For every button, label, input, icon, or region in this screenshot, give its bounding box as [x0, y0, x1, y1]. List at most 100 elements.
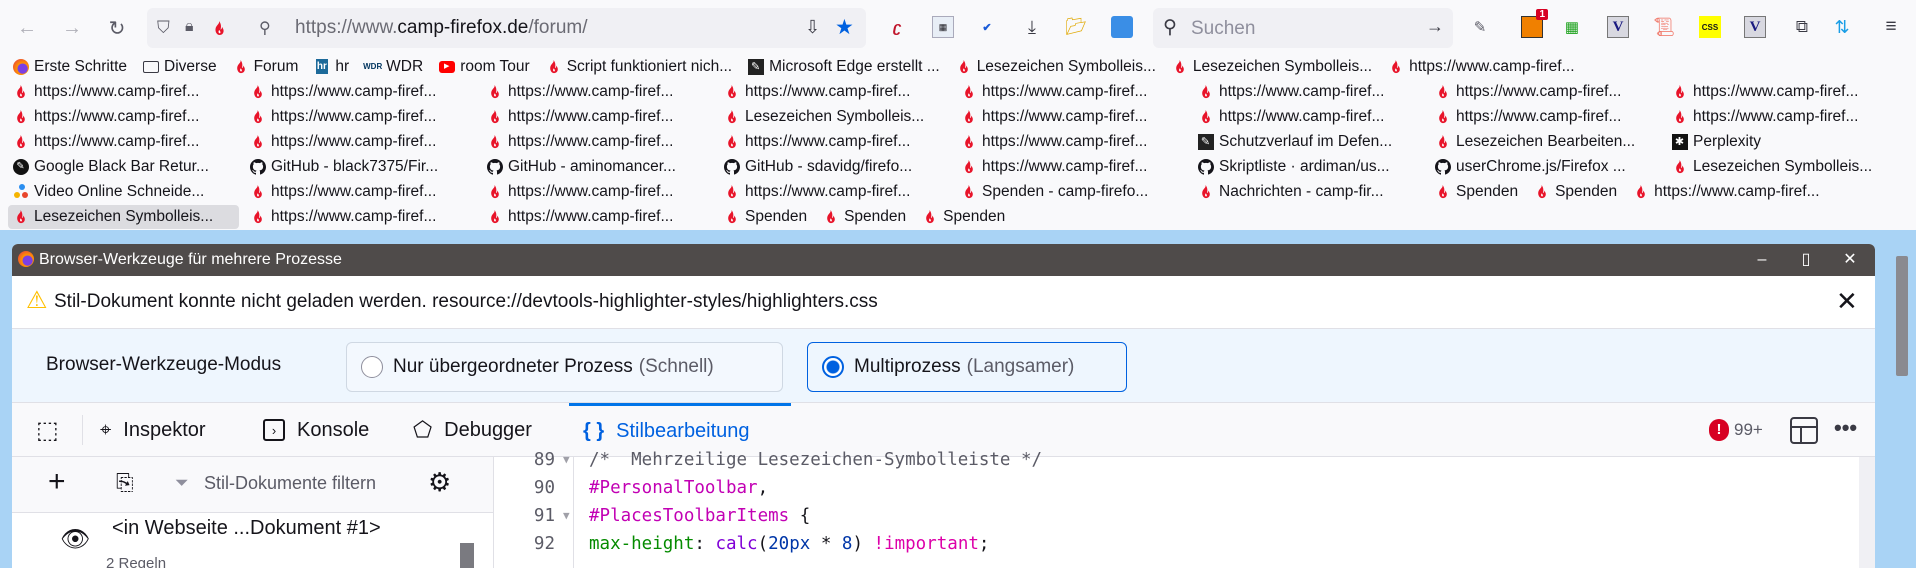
bookmark-item[interactable]: https://www.camp-firef...: [245, 130, 476, 154]
fold-toggle-icon[interactable]: ▼: [563, 502, 570, 530]
import-stylesheet-button[interactable]: ⎘: [116, 470, 134, 496]
layout-icon[interactable]: [1790, 417, 1818, 444]
code-editor[interactable]: 89 ▼ /* Mehrzeilige Lesezeichen-Symbolleis…: [495, 450, 1875, 568]
bookmark-star-icon[interactable]: ★: [835, 15, 854, 40]
bookmark-item[interactable]: ✎ Google Black Bar Retur...: [8, 155, 239, 179]
sync-icon[interactable]: ⇅: [1831, 16, 1853, 38]
reload-button[interactable]: ↻: [103, 14, 131, 42]
bookmark-item[interactable]: WDR WDR: [360, 55, 428, 79]
error-icon[interactable]: !: [1709, 419, 1729, 441]
scroll-icon[interactable]: 📜︎: [1653, 16, 1676, 38]
bookmark-item[interactable]: ✱ Perplexity: [1667, 130, 1766, 154]
bookmark-item[interactable]: https://www.camp-firef...: [8, 105, 239, 129]
window-close-button[interactable]: ✕: [1838, 248, 1862, 272]
bookmark-item[interactable]: https://www.camp-firef...: [1628, 180, 1859, 204]
more-options-icon[interactable]: •••: [1834, 415, 1857, 441]
bookmark-item[interactable]: https://www.camp-firef...: [1667, 80, 1898, 104]
error-count[interactable]: 99+: [1734, 420, 1763, 440]
maximize-button[interactable]: ▯: [1794, 248, 1818, 272]
bookmark-item[interactable]: https://www.camp-firef...: [8, 80, 239, 104]
page-scrollbar[interactable]: [1896, 256, 1908, 376]
bookmark-item[interactable]: Lesezeichen Bearbeiten...: [1430, 130, 1661, 154]
bookmark-item[interactable]: https://www.camp-firef...: [719, 80, 950, 104]
bookmark-item[interactable]: https://www.camp-firef...: [956, 80, 1187, 104]
bookmark-item[interactable]: https://www.camp-firef...: [245, 205, 476, 229]
permissions-icon[interactable]: ⚲: [259, 18, 271, 38]
code-line[interactable]: /* Mehrzeilige Lesezeichen-Symbolleiste …: [589, 446, 1042, 474]
bookmark-item[interactable]: https://www.camp-firef...: [482, 130, 713, 154]
go-arrow-icon[interactable]: →: [1426, 16, 1444, 37]
bookmark-item[interactable]: https://www.camp-firef...: [482, 80, 713, 104]
settings-gear-icon[interactable]: ⚙: [428, 467, 451, 498]
sidebar-scrollbar[interactable]: [460, 543, 474, 568]
bookmark-item[interactable]: https://www.camp-firef...: [245, 105, 476, 129]
bookmark-item[interactable]: Spenden: [818, 205, 911, 229]
back-button[interactable]: ←: [13, 14, 41, 42]
bookmark-item[interactable]: https://www.camp-firef...: [482, 180, 713, 204]
open-folder-icon[interactable]: 📂︎: [1065, 16, 1087, 38]
bookmark-item[interactable]: Diverse: [138, 55, 222, 79]
bookmark-item[interactable]: https://www.camp-firef...: [1667, 105, 1898, 129]
extensions-icon[interactable]: ⧉: [1791, 16, 1813, 38]
bookmark-item[interactable]: https://www.camp-firef...: [245, 80, 476, 104]
bookmark-item[interactable]: https://www.camp-firef...: [482, 205, 713, 229]
forward-button[interactable]: →: [58, 14, 86, 42]
bookmark-item[interactable]: https://www.camp-firef...: [482, 105, 713, 129]
bookmark-item[interactable]: https://www.camp-firef...: [956, 155, 1187, 179]
code-line[interactable]: #PlacesToolbarItems {: [589, 502, 810, 530]
bookmark-item[interactable]: https://www.camp-firef...: [719, 130, 950, 154]
code-line[interactable]: #PersonalToolbar,: [589, 474, 768, 502]
bookmark-item[interactable]: GitHub - sdavidg/firefo...: [719, 155, 950, 179]
bookmark-item[interactable]: https://www.camp-firef...: [956, 130, 1187, 154]
new-stylesheet-button[interactable]: +: [48, 465, 66, 499]
bookmark-item[interactable]: hr hr: [309, 55, 354, 79]
blue-folder-icon[interactable]: [1111, 16, 1133, 38]
radio-button[interactable]: [361, 356, 383, 378]
bookmark-item[interactable]: Erste Schritte: [8, 55, 132, 79]
bookmark-item[interactable]: Lesezeichen Symbolleis...: [1167, 55, 1377, 79]
w3c-validator-icon[interactable]: ✔: [976, 16, 998, 38]
fold-toggle-icon[interactable]: ▼: [563, 446, 570, 474]
url-text[interactable]: https://www.camp-firefox.de/forum/: [295, 17, 588, 39]
tab-inspector[interactable]: ⌖ Inspektor: [100, 403, 206, 457]
cs-extension-icon[interactable]: ʗ: [886, 16, 908, 38]
editor-scrollbar[interactable]: [1859, 457, 1875, 568]
bookmark-item[interactable]: userChrome.js/Firefox ...: [1430, 155, 1661, 179]
bookmark-item[interactable]: https://www.camp-firef...: [719, 180, 950, 204]
bookmark-item[interactable]: Lesezeichen Symbolleis...: [1667, 155, 1898, 179]
bookmark-item[interactable]: Lesezeichen Symbolleis...: [719, 105, 950, 129]
mode-option-multiprocess[interactable]: Multiprozess (Langsamer): [807, 342, 1127, 392]
table-check-icon[interactable]: ▦: [1561, 16, 1583, 38]
bookmark-item[interactable]: ▶ room Tour: [434, 55, 535, 79]
calendar-icon[interactable]: ▦: [932, 16, 954, 38]
bookmark-item[interactable]: GitHub - aminomancer...: [482, 155, 713, 179]
filter-input[interactable]: Stil-Dokumente filtern: [204, 473, 414, 494]
bookmark-item[interactable]: Video Online Schneide...: [8, 180, 239, 204]
downloads-icon[interactable]: ⤓: [1021, 16, 1043, 38]
bookmark-item[interactable]: https://www.camp-firef...: [8, 130, 239, 154]
notes-icon[interactable]: ✎: [1469, 16, 1491, 38]
bookmark-item[interactable]: Skriptliste · ardiman/us...: [1193, 155, 1424, 179]
bookmark-item[interactable]: Forum: [228, 55, 304, 79]
bookmark-item[interactable]: Spenden: [917, 205, 1010, 229]
save-page-icon[interactable]: ⇩: [805, 17, 820, 38]
bookmark-item[interactable]: https://www.camp-firef...: [1430, 105, 1661, 129]
code-line[interactable]: max-height: calc(20px * 8) !important;: [589, 530, 989, 558]
bookmark-item[interactable]: Spenden: [1529, 180, 1622, 204]
bookmark-item[interactable]: GitHub - black7375/Fir...: [245, 155, 476, 179]
v-extension-icon[interactable]: V: [1607, 16, 1629, 38]
radio-button-selected[interactable]: [822, 356, 844, 378]
tab-console[interactable]: › Konsole: [263, 403, 369, 457]
search-field[interactable]: ⚲ Suchen →: [1153, 8, 1453, 48]
bookmark-item[interactable]: Script funktioniert nich...: [541, 55, 737, 79]
bookmark-item[interactable]: https://www.camp-firef...: [1383, 55, 1579, 79]
notification-close-button[interactable]: ✕: [1836, 286, 1858, 317]
menu-icon[interactable]: ≡: [1880, 16, 1902, 38]
url-bar[interactable]: ⛉ 🔒︎ ⚲ https://www.camp-firefox.de/forum…: [147, 8, 866, 48]
bookmark-item[interactable]: https://www.camp-firef...: [1430, 80, 1661, 104]
bookmark-item[interactable]: ✎ Microsoft Edge erstellt ...: [743, 55, 945, 79]
lock-icon[interactable]: 🔒︎: [185, 18, 194, 36]
bookmark-item[interactable]: Spenden: [719, 205, 812, 229]
v-extension-2-icon[interactable]: V: [1744, 16, 1766, 38]
shield-icon[interactable]: ⛉: [157, 18, 170, 38]
